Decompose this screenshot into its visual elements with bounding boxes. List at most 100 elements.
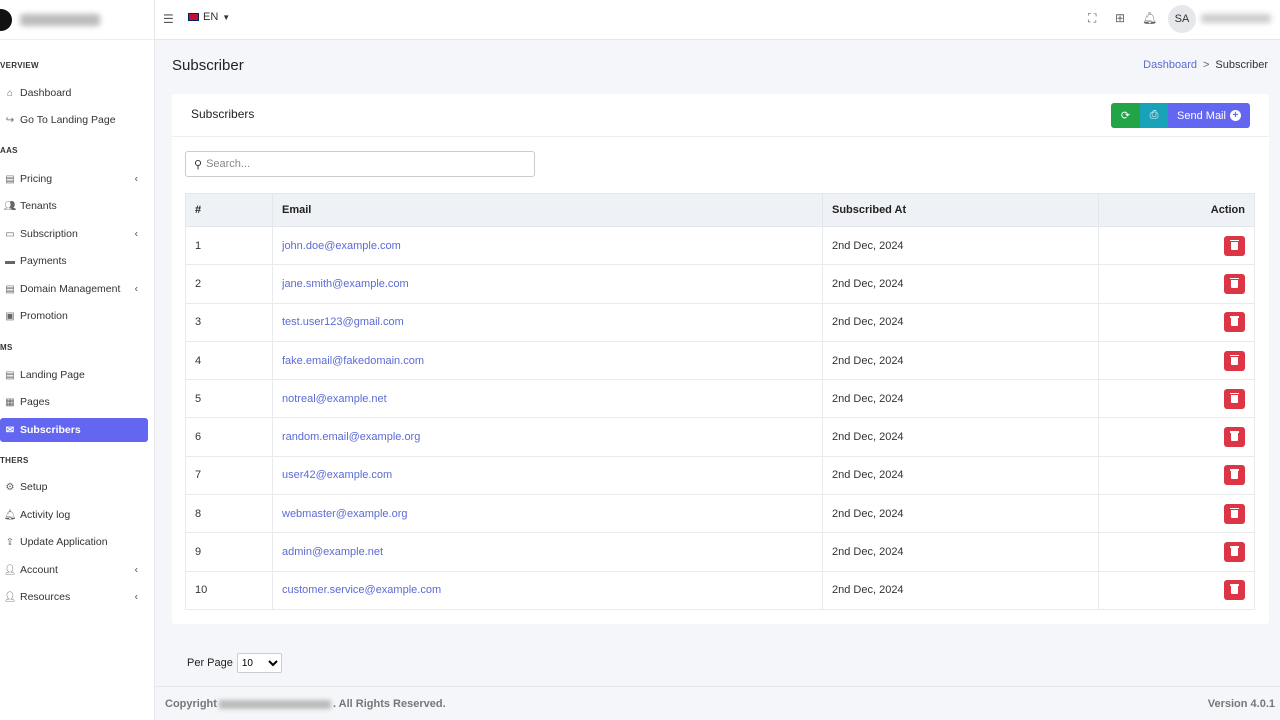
delete-trash-icon[interactable] (1224, 465, 1245, 486)
gears-icon: ⚙ (5, 481, 15, 493)
plus-circle-icon: + (1229, 110, 1241, 121)
sidebar-section-header: ms (0, 343, 13, 352)
sidebar-item-label: Pages (20, 396, 50, 408)
search-input[interactable] (206, 158, 507, 170)
table-row: 7 user42@example.com 2nd Dec, 2024 (185, 455, 1255, 496)
row-number: 7 (185, 455, 273, 496)
row-number: 2 (185, 264, 273, 304)
table-header-row: # Email Subscribed At Action (185, 193, 1255, 227)
sidebar-item-dashboard[interactable]: ⌂ Dashboard (0, 81, 148, 105)
delete-trash-icon[interactable] (1224, 542, 1245, 563)
notification-bell-icon[interactable]: 🔔︎ (1142, 11, 1157, 25)
sidebar-item-domain-management[interactable]: ▤ Domain Management ‹ (0, 277, 148, 301)
apps-grid-icon[interactable]: ⊞ (1115, 11, 1125, 25)
sidebar-item-label: Domain Management (20, 283, 121, 295)
subscriber-email[interactable]: admin@example.net (272, 532, 823, 572)
action-cell (1098, 379, 1255, 419)
delete-trash-icon[interactable] (1224, 312, 1245, 333)
delete-trash-icon[interactable] (1224, 350, 1245, 371)
fullscreen-icon[interactable]: ⛶ (1088, 11, 1096, 26)
table-row: 9 admin@example.net 2nd Dec, 2024 (185, 532, 1255, 572)
subscriber-email[interactable]: notreal@example.net (272, 379, 823, 419)
sidebar-item-label: Account (20, 564, 58, 576)
language-selector[interactable]: EN ▼ (188, 11, 230, 23)
sidebar-item-tenants[interactable]: 👥︎ Tenants (0, 194, 148, 218)
sidebar-item-update-application[interactable]: ⇪ Update Application (0, 530, 148, 554)
delete-trash-icon[interactable] (1224, 273, 1245, 294)
send-mail-button[interactable]: Send Mail + (1168, 103, 1250, 128)
subscriber-email[interactable]: webmaster@example.org (272, 494, 823, 534)
sidebar-item-pages[interactable]: ▦ Pages (0, 390, 148, 414)
subscriber-email[interactable]: test.user123@gmail.com (272, 302, 823, 342)
table-row: 1 john.doe@example.com 2nd Dec, 2024 (185, 225, 1255, 266)
footer: Copyright . All Rights Reserved. Version… (155, 686, 1280, 720)
landing-page-icon: ▤ (5, 369, 15, 381)
sidebar-item-activity-log[interactable]: 🔔︎ Activity log (0, 503, 148, 527)
sidebar-item-account[interactable]: 👤︎ Account ‹ (0, 558, 148, 582)
sidebar-item-pricing[interactable]: ▤ Pricing ‹ (0, 167, 148, 191)
subscriber-email[interactable]: user42@example.com (272, 455, 823, 496)
column-header-number: # (185, 193, 273, 227)
sidebar-item-subscription[interactable]: ▭ Subscription ‹ (0, 222, 148, 246)
table-row: 8 webmaster@example.org 2nd Dec, 2024 (185, 494, 1255, 534)
sidebar-item-label: Promotion (20, 310, 68, 322)
action-cell (1098, 417, 1255, 457)
subscriber-email[interactable]: fake.email@fakedomain.com (272, 340, 823, 381)
sidebar-section-header: verview (0, 61, 39, 70)
sidebar-item-payments[interactable]: ▬ Payments (0, 249, 148, 273)
brand-logo[interactable] (0, 0, 154, 40)
sidebar-item-label: Dashboard (20, 87, 72, 99)
users-icon: 👥︎ (3, 200, 17, 212)
sidebar-item-promotion[interactable]: ▣ Promotion (0, 304, 148, 328)
print-button[interactable]: ⎙ (1140, 103, 1168, 128)
delete-trash-icon[interactable] (1224, 427, 1245, 448)
sidebar-item-subscribers[interactable]: ✉ Subscribers (0, 418, 148, 442)
sidebar-item-label: Activity log (20, 509, 71, 521)
per-page-select[interactable]: 10 (236, 653, 282, 673)
upload-icon: ⇪ (5, 536, 15, 548)
sidebar-item-go-to-landing-page[interactable]: ↪ Go To Landing Page (0, 108, 148, 132)
subscriber-email[interactable]: john.doe@example.com (272, 225, 823, 266)
per-page-control: Per Page 10 (187, 653, 282, 673)
avatar-initials: SA (1174, 13, 1190, 25)
chevron-left-icon: ‹ (134, 564, 138, 576)
subscriber-email[interactable]: random.email@example.org (272, 417, 823, 457)
sidebar-item-landing-page[interactable]: ▤ Landing Page (0, 363, 148, 387)
sidebar-item-label: Go To Landing Page (20, 114, 116, 126)
user-name-blurred[interactable] (1201, 14, 1271, 23)
avatar[interactable]: SA (1168, 5, 1196, 33)
uk-flag-icon (188, 13, 199, 21)
subscription-icon: ▭ (5, 228, 15, 240)
copyright-owner-blurred (218, 699, 331, 709)
sidebar-item-resources[interactable]: 👤︎ Resources ‹ (0, 585, 148, 609)
delete-trash-icon[interactable] (1224, 580, 1245, 601)
action-cell (1098, 340, 1255, 381)
breadcrumb: Dashboard > Subscriber (1143, 59, 1268, 71)
row-number: 5 (185, 379, 273, 419)
topbar: ☰ EN ▼ ⛶ ⊞ 🔔︎ SA (155, 0, 1280, 40)
sidebar-item-label: Pricing (20, 173, 53, 185)
subscribers-card: Subscribers ⟳ ⎙ Send Mail + ⚲ # Email Su… (172, 94, 1269, 624)
page-title: Subscriber (172, 57, 244, 74)
breadcrumb-dashboard-link[interactable]: Dashboard (1143, 59, 1197, 71)
refresh-button[interactable]: ⟳ (1111, 103, 1140, 128)
row-number: 8 (185, 494, 273, 534)
delete-trash-icon[interactable] (1224, 388, 1245, 409)
mail-icon: ✉ (5, 424, 15, 436)
sidebar-section-header: aas (0, 146, 18, 155)
home-icon: ⌂ (6, 87, 14, 99)
pages-icon: ▦ (5, 396, 15, 408)
chevron-left-icon: ‹ (134, 173, 138, 185)
sidebar-item-label: Resources (20, 591, 71, 603)
delete-trash-icon[interactable] (1224, 235, 1245, 256)
subscribed-at: 2nd Dec, 2024 (822, 570, 1099, 610)
table-row: 4 fake.email@fakedomain.com 2nd Dec, 2024 (185, 340, 1255, 381)
per-page-label: Per Page (187, 657, 233, 669)
hamburger-menu-icon[interactable]: ☰ (163, 12, 174, 26)
subscriber-email[interactable]: customer.service@example.com (272, 570, 823, 610)
sidebar-item-setup[interactable]: ⚙ Setup (0, 475, 148, 499)
subscriber-email[interactable]: jane.smith@example.com (272, 264, 823, 304)
action-cell (1098, 264, 1255, 304)
row-number: 4 (185, 340, 273, 381)
delete-trash-icon[interactable] (1224, 503, 1245, 524)
